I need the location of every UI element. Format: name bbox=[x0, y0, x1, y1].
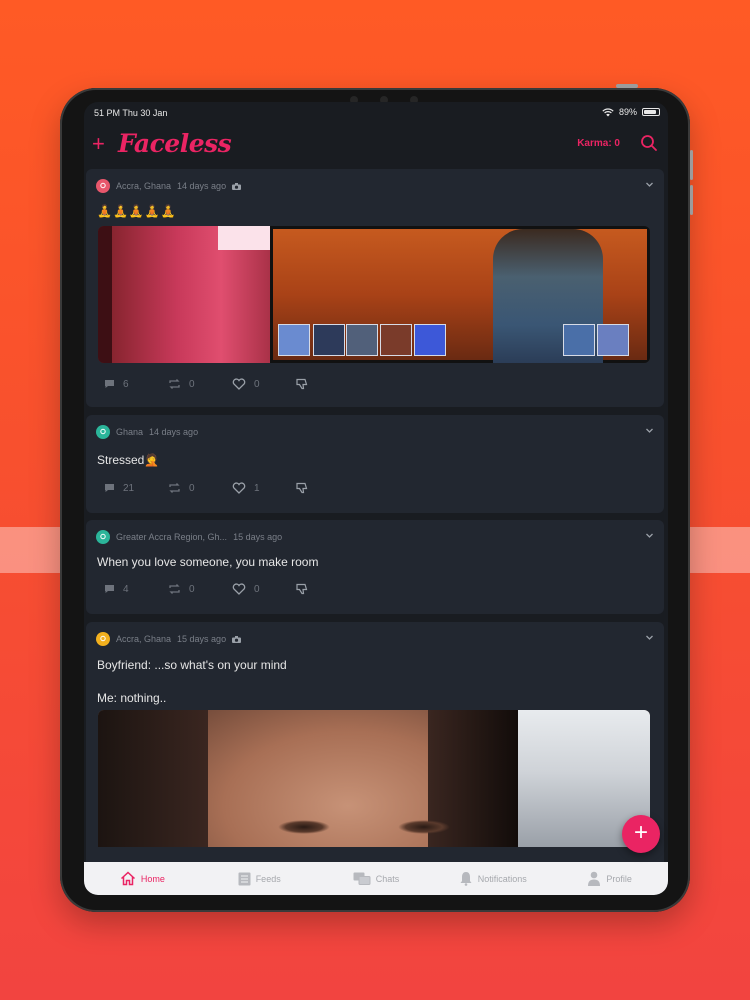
post-card[interactable]: Accra, Ghana 14 days ago 🧘🧘🧘🧘🧘 6 0 0 bbox=[86, 169, 664, 407]
new-post-button[interactable]: + bbox=[92, 133, 105, 155]
post-text: When you love someone, you make room bbox=[97, 555, 319, 569]
chevron-down-icon[interactable] bbox=[645, 180, 654, 189]
location-pin-icon bbox=[96, 530, 110, 544]
location-pin-icon bbox=[96, 179, 110, 193]
tab-feeds[interactable]: Feeds bbox=[201, 862, 318, 895]
repost-icon[interactable] bbox=[168, 379, 181, 389]
compose-fab-button[interactable]: + bbox=[622, 815, 660, 853]
post-image[interactable] bbox=[98, 226, 650, 363]
tab-label: Profile bbox=[606, 873, 632, 884]
post-image[interactable] bbox=[98, 710, 650, 847]
repost-count: 0 bbox=[189, 378, 195, 390]
comment-count: 21 bbox=[123, 482, 135, 494]
volume-up-button bbox=[690, 150, 693, 180]
comment-count: 6 bbox=[123, 378, 129, 390]
camera-icon bbox=[232, 182, 242, 190]
chevron-down-icon[interactable] bbox=[645, 633, 654, 642]
post-text: Stressed🤦 bbox=[97, 453, 160, 467]
comment-count: 4 bbox=[123, 583, 129, 595]
post-location: Ghana bbox=[116, 427, 144, 437]
post-card[interactable]: Ghana 14 days ago Stressed🤦 21 0 1 bbox=[86, 415, 664, 513]
camera-icon bbox=[232, 635, 242, 643]
tab-label: Chats bbox=[375, 873, 400, 884]
chats-icon bbox=[353, 872, 371, 885]
tab-profile[interactable]: Profile bbox=[551, 862, 668, 895]
person-icon bbox=[588, 871, 601, 886]
post-text: Boyfriend: ...so what's on your mind bbox=[97, 658, 287, 672]
post-location: Accra, Ghana bbox=[116, 634, 172, 644]
status-bar: 51 PM Thu 30 Jan 89% bbox=[84, 102, 668, 122]
tab-chats[interactable]: Chats bbox=[318, 862, 435, 895]
post-location: Greater Accra Region, Gh... bbox=[116, 532, 228, 542]
comment-icon[interactable] bbox=[104, 379, 115, 389]
top-button bbox=[616, 84, 638, 88]
heart-icon[interactable] bbox=[232, 482, 246, 494]
comment-icon[interactable] bbox=[104, 584, 115, 594]
post-card[interactable]: Accra, Ghana 15 days ago Boyfriend: ...s… bbox=[86, 622, 664, 862]
chevron-down-icon[interactable] bbox=[645, 531, 654, 540]
tab-label: Home bbox=[140, 873, 165, 884]
wifi-icon bbox=[602, 107, 614, 116]
location-pin-icon bbox=[96, 632, 110, 646]
tab-home[interactable]: Home bbox=[84, 862, 201, 895]
like-count: 0 bbox=[254, 378, 260, 390]
heart-icon[interactable] bbox=[232, 583, 246, 595]
repost-count: 0 bbox=[189, 583, 195, 595]
status-time: 51 PM Thu 30 Jan bbox=[94, 108, 168, 118]
post-time: 14 days ago bbox=[177, 181, 227, 191]
battery-icon bbox=[642, 108, 660, 116]
post-time: 14 days ago bbox=[149, 427, 199, 437]
repost-icon[interactable] bbox=[168, 584, 181, 594]
post-emojis: 🧘🧘🧘🧘🧘 bbox=[97, 204, 177, 218]
post-text-line2: Me: nothing.. bbox=[97, 691, 167, 705]
battery-percent: 89% bbox=[618, 107, 637, 117]
location-pin-icon bbox=[96, 425, 110, 439]
repost-count: 0 bbox=[189, 482, 195, 494]
like-count: 0 bbox=[254, 583, 260, 595]
app-screen: 51 PM Thu 30 Jan 89% + Faceless Karma: 0… bbox=[84, 102, 668, 895]
tab-label: Feeds bbox=[255, 873, 281, 884]
post-location: Accra, Ghana bbox=[116, 181, 172, 191]
dislike-icon[interactable] bbox=[296, 378, 308, 390]
search-icon[interactable] bbox=[640, 134, 658, 152]
dislike-icon[interactable] bbox=[296, 482, 308, 494]
feeds-icon bbox=[238, 872, 251, 885]
tab-label: Notifications bbox=[477, 873, 527, 884]
karma-counter[interactable]: Karma: 0 bbox=[577, 138, 620, 149]
bottom-tab-bar: Home Feeds Chats Notifications Profile bbox=[84, 862, 668, 895]
post-time: 15 days ago bbox=[177, 634, 227, 644]
app-header: + Faceless Karma: 0 bbox=[84, 122, 668, 168]
post-time: 15 days ago bbox=[233, 532, 283, 542]
volume-down-button bbox=[690, 185, 693, 215]
home-icon bbox=[120, 871, 135, 886]
dislike-icon[interactable] bbox=[296, 583, 308, 595]
comment-icon[interactable] bbox=[104, 483, 115, 493]
tab-notifications[interactable]: Notifications bbox=[434, 862, 551, 895]
bell-icon bbox=[460, 872, 472, 886]
like-count: 1 bbox=[254, 482, 260, 494]
heart-icon[interactable] bbox=[232, 378, 246, 390]
post-card[interactable]: Greater Accra Region, Gh... 15 days ago … bbox=[86, 520, 664, 614]
chevron-down-icon[interactable] bbox=[645, 426, 654, 435]
app-logo: Faceless bbox=[118, 129, 232, 158]
repost-icon[interactable] bbox=[168, 483, 181, 493]
